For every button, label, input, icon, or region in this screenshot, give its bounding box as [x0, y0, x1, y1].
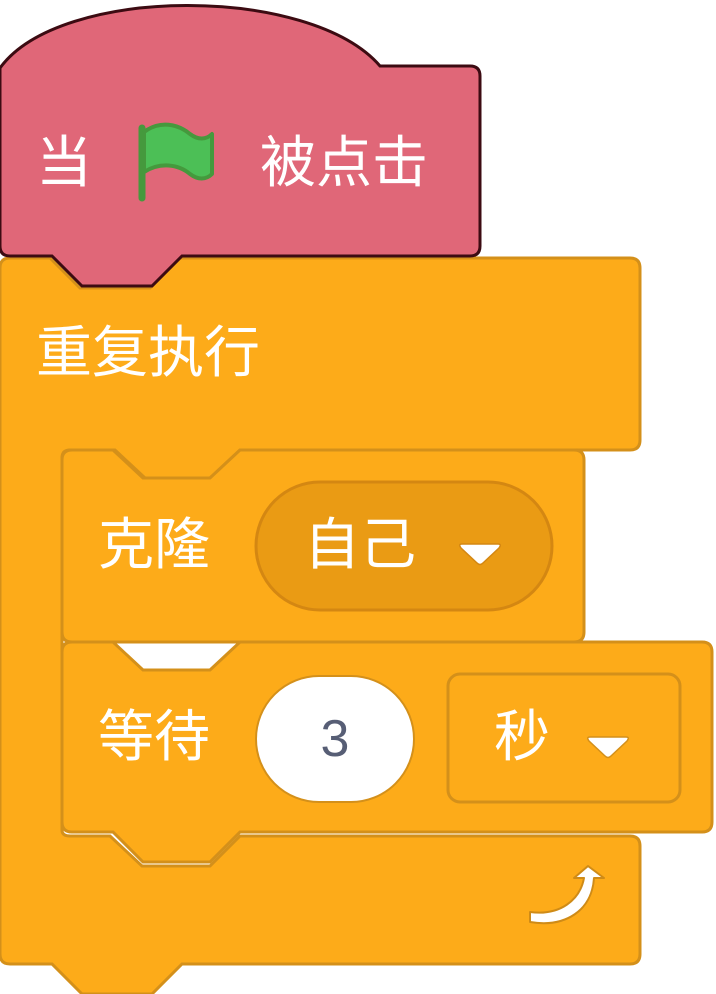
- hat-suffix-label: 被点击: [260, 131, 428, 196]
- wait-label: 等待: [98, 705, 210, 770]
- script-canvas: 当 被点击 重复执行 克隆 自己 等待 3 秒: [0, 0, 716, 994]
- hat-prefix-label: 当: [36, 131, 92, 196]
- wait-unit-dropdown[interactable]: [446, 672, 682, 804]
- create-clone-label: 克隆: [98, 513, 210, 578]
- wait-unit-value: 秒: [494, 705, 550, 770]
- forever-label: 重复执行: [36, 321, 260, 386]
- wait-seconds-value: 3: [320, 710, 350, 768]
- clone-target-value: 自己: [304, 513, 416, 578]
